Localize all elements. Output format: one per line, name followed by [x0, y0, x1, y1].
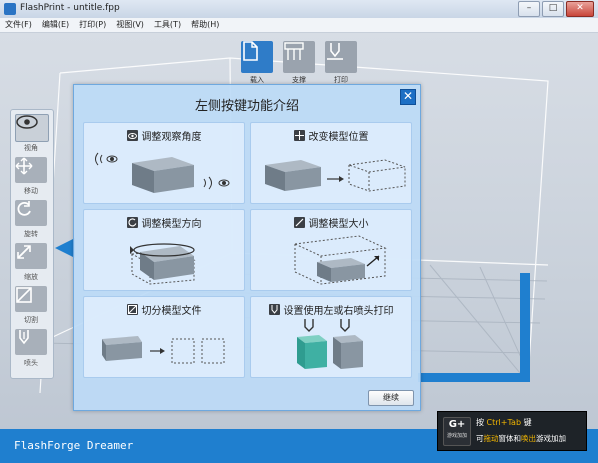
cut-button[interactable]: [15, 286, 47, 312]
nozzle-icon: [19, 330, 29, 345]
print-button[interactable]: [325, 41, 357, 73]
card-cut: 切分模型文件: [83, 296, 245, 378]
scale-button[interactable]: [15, 243, 47, 269]
eye-icon: [126, 130, 138, 141]
scale-illustration: [293, 235, 387, 285]
line2-c: 窗体和: [498, 434, 522, 443]
left-label-rotate: 旋转: [24, 230, 38, 238]
card-rotate: 调整模型方向: [83, 209, 245, 291]
rotate-icon: [126, 217, 138, 228]
game-plus-logo: G+ 游戏加加: [443, 417, 471, 446]
card-title-nozzle: 设置使用左或右喷头打印: [283, 306, 394, 317]
status-bar: FlashForge Dreamer: [0, 429, 440, 463]
nozzle-icon: [268, 304, 280, 315]
line2-b: 拖动: [483, 434, 499, 443]
card-title-rotate: 调整模型方向: [141, 219, 202, 230]
line2-a: 可: [476, 434, 484, 443]
minimize-button[interactable]: –: [518, 1, 540, 17]
line1-prefix: 按: [476, 418, 484, 427]
rotate-icon: [17, 201, 31, 216]
card-move: 改变模型位置: [250, 122, 412, 204]
notification-line-1: 按 Ctrl+Tab 键: [476, 417, 532, 428]
left-label-cut: 切割: [24, 316, 38, 324]
left-label-view: 视角: [24, 144, 38, 152]
menu-file[interactable]: 文件(F): [0, 18, 37, 32]
nozzle-button[interactable]: [15, 329, 47, 355]
cut-icon: [16, 287, 32, 303]
eye-icon: [16, 115, 38, 129]
game-plus-notification[interactable]: G+ 游戏加加 按 Ctrl+Tab 键 可拖动窗体和唤出游戏加加: [437, 411, 587, 451]
logo-main-text: G+: [448, 419, 466, 430]
menu-bar: 文件(F) 编辑(E) 打印(P) 视图(V) 工具(T) 帮助(H): [0, 18, 598, 33]
left-label-move: 移动: [24, 187, 38, 195]
maximize-button[interactable]: □: [542, 1, 564, 17]
left-label-scale: 缩放: [24, 273, 38, 281]
dialog-close-button[interactable]: ✕: [400, 89, 416, 105]
move-icon: [15, 157, 33, 175]
menu-view[interactable]: 视图(V): [111, 18, 149, 32]
card-title-view-angle: 调整观察角度: [141, 132, 202, 143]
line2-e: 游戏加加: [536, 434, 566, 443]
continue-button[interactable]: 继续: [368, 390, 414, 406]
cut-icon: [126, 304, 138, 315]
window-title: FlashPrint - untitle.fpp: [20, 3, 120, 13]
logo-sub-text: 游戏加加: [446, 433, 467, 439]
card-nozzle: 设置使用左或右喷头打印: [250, 296, 412, 378]
left-tool-panel: 视角 移动 旋转 缩放 切割 喷头: [10, 109, 54, 379]
support-button[interactable]: [283, 41, 315, 73]
move-button[interactable]: [15, 157, 47, 183]
rotate-button[interactable]: [15, 200, 47, 226]
menu-help[interactable]: 帮助(H): [186, 18, 224, 32]
card-title-move: 改变模型位置: [308, 132, 369, 143]
scale-icon: [293, 217, 305, 228]
card-title-cut: 切分模型文件: [141, 306, 202, 317]
load-button[interactable]: [241, 41, 273, 73]
card-view-angle: 调整观察角度: [83, 122, 245, 204]
rotate-illustration: [130, 243, 196, 285]
move-illustration: [265, 159, 406, 192]
scale-icon: [17, 245, 31, 259]
menu-tools[interactable]: 工具(T): [149, 18, 186, 32]
file-add-icon: [243, 41, 258, 61]
support-icon: [284, 42, 304, 60]
close-window-button[interactable]: ✕: [566, 1, 594, 17]
line1-suffix: 键: [523, 418, 532, 427]
card-scale: 调整模型大小: [250, 209, 412, 291]
card-title-scale: 调整模型大小: [308, 219, 369, 230]
line2-d: 唤出: [521, 434, 536, 443]
printer-name: FlashForge Dreamer: [14, 439, 134, 452]
view-angle-button[interactable]: [15, 114, 49, 142]
menu-print[interactable]: 打印(P): [74, 18, 111, 32]
left-label-nozzle: 喷头: [24, 359, 38, 367]
menu-edit[interactable]: 编辑(E): [37, 18, 74, 32]
cut-illustration: [102, 336, 225, 364]
shortcut-key: Ctrl+Tab: [486, 418, 522, 427]
dialog-title: 左侧按键功能介绍: [194, 99, 299, 114]
notification-line-2: 可拖动窗体和唤出游戏加加: [476, 433, 566, 444]
nozzle-illustration: [297, 319, 363, 369]
move-icon: [293, 130, 305, 141]
view-angle-illustration: [95, 152, 230, 193]
app-icon: [4, 3, 16, 15]
button-intro-dialog: 左侧按键功能介绍 ✕ 调整观察角度 改变模型位置 调整模型方向 调整模型大小 切…: [73, 84, 421, 411]
print-nozzle-icon: [327, 43, 343, 60]
title-bar: FlashPrint - untitle.fpp – □ ✕: [0, 0, 598, 19]
